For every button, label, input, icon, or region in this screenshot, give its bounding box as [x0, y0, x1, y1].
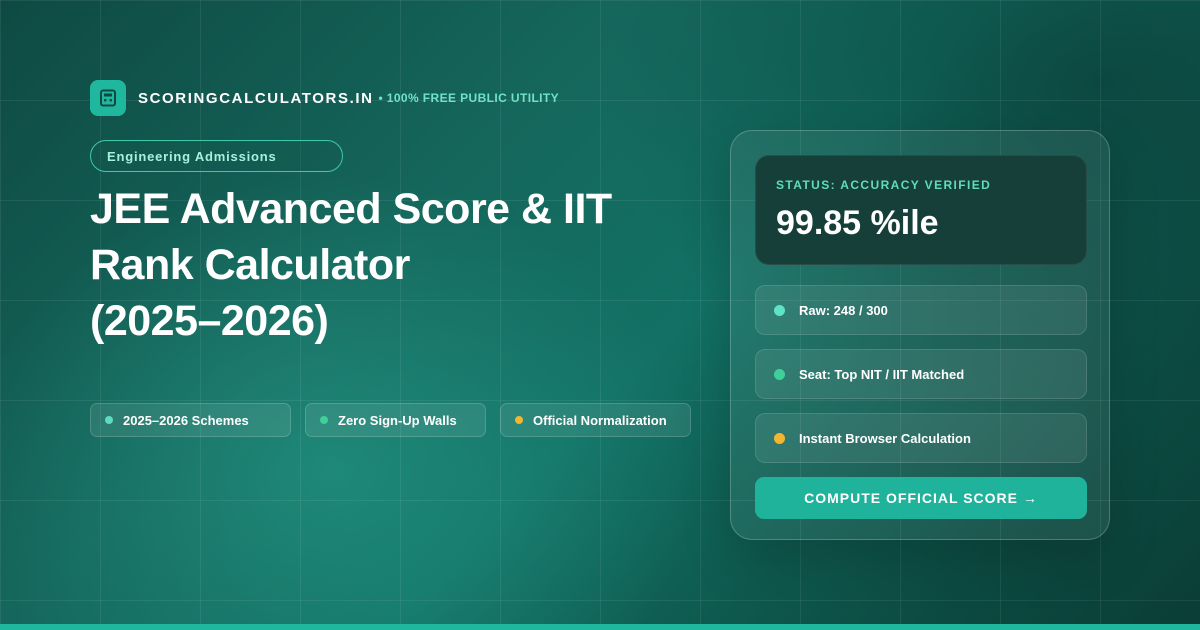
chip-label: Official Normalization — [533, 412, 667, 428]
title-line: Rank Calculator — [90, 241, 410, 289]
brand-separator: • — [378, 91, 383, 105]
feature-chip-schemes: 2025–2026 Schemes — [90, 403, 291, 437]
status-label: STATUS: ACCURACY VERIFIED — [776, 178, 992, 192]
status-dot-icon — [774, 304, 785, 316]
calculator-icon[interactable] — [90, 80, 126, 116]
status-dot-icon — [774, 368, 785, 380]
status-dot-icon — [105, 416, 113, 424]
feature-chip-signup: Zero Sign-Up Walls — [305, 403, 486, 437]
status-dot-icon — [320, 416, 328, 424]
accent-bottom-bar — [0, 624, 1200, 630]
percentile-value: 99.85 %ile — [776, 204, 939, 242]
brand-name[interactable]: SCORINGCALCULATORS.IN — [138, 90, 374, 107]
category-pill: Engineering Admissions — [90, 140, 343, 172]
brand-header: SCORINGCALCULATORS.IN • 100% FREE PUBLIC… — [90, 80, 559, 116]
result-row-instant: Instant Browser Calculation — [755, 413, 1087, 463]
title-line: (2025–2026) — [90, 297, 329, 345]
title-line: JEE Advanced Score & IIT — [90, 185, 612, 233]
feature-chips: 2025–2026 Schemes Zero Sign-Up Walls Off… — [90, 403, 691, 437]
chip-label: 2025–2026 Schemes — [123, 412, 249, 428]
chip-label: Zero Sign-Up Walls — [338, 412, 457, 428]
result-row-seat: Seat: Top NIT / IIT Matched — [755, 349, 1087, 399]
page-title: JEE Advanced Score & IIT Rank Calculator… — [90, 181, 690, 349]
brand-tagline: 100% FREE PUBLIC UTILITY — [386, 91, 560, 105]
feature-chip-normalization: Official Normalization — [500, 403, 691, 437]
score-preview-card: STATUS: ACCURACY VERIFIED 99.85 %ile Raw… — [730, 130, 1110, 540]
compute-score-button[interactable]: COMPUTE OFFICIAL SCORE → — [755, 477, 1087, 519]
row-label: Raw: 248 / 300 — [799, 302, 888, 318]
status-dot-icon — [515, 416, 523, 424]
row-label: Instant Browser Calculation — [799, 430, 971, 446]
status-dot-icon — [774, 432, 785, 444]
row-label: Seat: Top NIT / IIT Matched — [799, 366, 965, 382]
result-row-raw: Raw: 248 / 300 — [755, 285, 1087, 335]
status-panel: STATUS: ACCURACY VERIFIED 99.85 %ile — [755, 155, 1087, 265]
